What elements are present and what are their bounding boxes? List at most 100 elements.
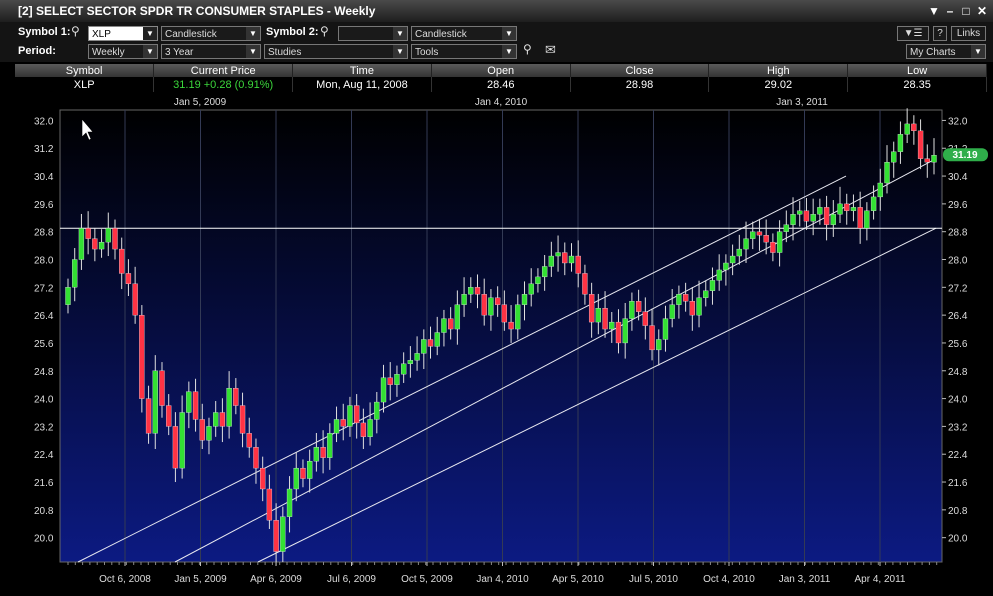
comment-icon[interactable]: ✉ xyxy=(545,42,556,58)
candle-body xyxy=(246,433,252,448)
candle-body xyxy=(98,241,105,250)
candle-body xyxy=(394,374,400,385)
y-tick-label-left: 24.0 xyxy=(34,395,54,406)
y-tick-label-left: 28.0 xyxy=(34,256,54,267)
y-tick-label-left: 23.2 xyxy=(34,422,54,433)
candle-body xyxy=(528,283,534,295)
candle-body xyxy=(401,363,407,375)
candle-body xyxy=(582,273,588,295)
candle-body xyxy=(602,308,608,330)
candle-body xyxy=(555,252,561,257)
y-tick-label-left: 32.0 xyxy=(34,116,54,127)
top-date-axis: Jan 5, 2009 Jan 4, 2010 Jan 3, 2011 xyxy=(174,97,828,108)
column-header-low: Low xyxy=(847,64,987,77)
period-label: Period: xyxy=(18,45,56,57)
chevron-down-icon: ▼ xyxy=(393,27,407,40)
candle-body xyxy=(441,318,447,333)
y-tick-label-left: 24.8 xyxy=(34,367,54,378)
candle-body xyxy=(750,231,756,239)
candle-body xyxy=(172,426,179,469)
candle-body xyxy=(179,412,185,469)
range-select[interactable]: 3 Year ▼ xyxy=(161,44,261,59)
symbol2-label: Symbol 2: xyxy=(266,26,319,38)
studies-select[interactable]: Studies ▼ xyxy=(264,44,408,59)
y-tick-label-right: 32.0 xyxy=(948,116,968,127)
top-date-label: Jan 5, 2009 xyxy=(174,97,227,108)
chevron-down-icon: ▼ xyxy=(143,45,157,58)
candle-body xyxy=(689,301,695,316)
y-tick-label-left: 26.4 xyxy=(34,311,54,322)
candle-body xyxy=(266,488,273,521)
y-tick-label-right: 21.6 xyxy=(948,478,968,489)
links-button[interactable]: Links xyxy=(951,26,986,41)
candle-body xyxy=(864,210,870,229)
search-icon[interactable]: ⚲ xyxy=(320,24,329,38)
candle-body xyxy=(286,488,293,517)
candle-body xyxy=(448,318,454,330)
chart-svg[interactable]: 32.032.031.231.230.430.429.629.628.828.8… xyxy=(0,94,993,593)
candle-body xyxy=(307,461,313,479)
candle-body xyxy=(92,238,98,250)
candle-body xyxy=(387,377,393,385)
y-tick-label-left: 25.6 xyxy=(34,339,54,350)
my-charts-select[interactable]: My Charts ▼ xyxy=(906,44,986,59)
candle-body xyxy=(354,405,360,424)
candle-body xyxy=(917,130,924,159)
tools-select[interactable]: Tools ▼ xyxy=(411,44,517,59)
candle-body xyxy=(568,255,575,264)
chart-type1-select[interactable]: Candlestick ▼ xyxy=(161,26,261,41)
high-value: 29.02 xyxy=(708,77,849,92)
candle-body xyxy=(333,419,340,434)
candle-body xyxy=(468,287,474,295)
candle-body xyxy=(239,405,246,434)
search-icon[interactable]: ⚲ xyxy=(71,24,80,38)
x-tick-label: Jan 4, 2010 xyxy=(476,574,529,585)
price-chart[interactable]: 32.032.031.231.230.430.429.629.628.828.8… xyxy=(0,94,993,593)
y-tick-label-left: 21.6 xyxy=(34,478,54,489)
period-select[interactable]: Weekly ▼ xyxy=(88,44,158,59)
close-value: 28.98 xyxy=(570,77,710,92)
y-tick-label-right: 23.2 xyxy=(948,422,968,433)
chart-menu-button[interactable]: ▼☰ xyxy=(897,26,929,41)
candle-body xyxy=(642,311,648,326)
chart-type2-select[interactable]: Candlestick ▼ xyxy=(411,26,517,41)
symbol2-input[interactable]: ▼ xyxy=(338,26,408,41)
candle-body xyxy=(152,370,158,434)
y-tick-label-left: 20.0 xyxy=(34,534,54,545)
price-tag: 31.19 xyxy=(943,148,988,162)
close-button[interactable]: ✕ xyxy=(976,5,988,17)
candle-body xyxy=(797,210,803,215)
candle-body xyxy=(562,252,568,264)
help-button[interactable]: ? xyxy=(933,26,947,41)
candle-body xyxy=(924,158,930,163)
minimize-button[interactable]: – xyxy=(944,5,956,17)
candle-body xyxy=(454,304,461,330)
candle-body xyxy=(770,241,776,253)
maximize-button[interactable]: □ xyxy=(960,5,972,17)
chevron-down-icon: ▼ xyxy=(502,45,516,58)
candle-body xyxy=(588,294,595,323)
current-price-value: 31.19 +0.28 (0.91%) xyxy=(153,77,294,92)
window-menu-button[interactable]: ▼ xyxy=(928,5,940,17)
candle-body xyxy=(327,433,333,458)
candle-body xyxy=(575,255,581,274)
candle-body xyxy=(501,304,508,323)
candle-body xyxy=(78,228,85,260)
symbol1-input[interactable]: XLP ▼ xyxy=(88,26,158,41)
candle-body xyxy=(132,283,138,316)
candle-body xyxy=(696,297,702,316)
candle-body xyxy=(635,301,642,312)
window-titlebar: [2] SELECT SECTOR SPDR TR CONSUMER STAPL… xyxy=(0,0,993,23)
candle-body xyxy=(723,262,729,271)
y-tick-label-right: 25.6 xyxy=(948,339,968,350)
candle-body xyxy=(85,228,91,239)
candle-body xyxy=(736,248,742,257)
candle-body xyxy=(273,520,279,552)
y-tick-label-left: 20.8 xyxy=(34,506,54,517)
chevron-down-icon: ▼ xyxy=(393,45,407,58)
candle-body xyxy=(682,294,689,302)
y-tick-label-left: 27.2 xyxy=(34,283,54,294)
zoom-icon[interactable]: ⚲ xyxy=(523,42,532,56)
candle-body xyxy=(461,294,467,305)
candle-body xyxy=(186,391,192,413)
